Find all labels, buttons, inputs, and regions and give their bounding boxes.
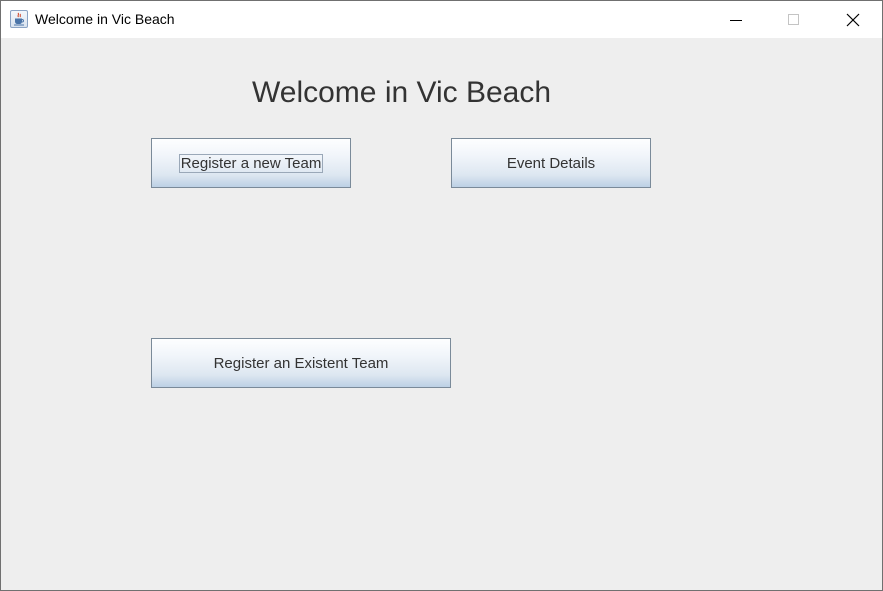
close-button[interactable] — [824, 1, 882, 38]
page-title: Welcome in Vic Beach — [252, 76, 552, 109]
content-panel: Welcome in Vic Beach Register a new Team… — [1, 38, 882, 590]
maximize-icon — [788, 13, 799, 25]
minimize-icon — [730, 19, 742, 21]
java-cup-icon[interactable] — [10, 10, 28, 28]
event-details-label: Event Details — [506, 154, 596, 172]
register-existent-team-label: Register an Existent Team — [213, 354, 389, 372]
close-icon — [846, 13, 860, 26]
minimize-button[interactable] — [707, 1, 765, 38]
app-window: Welcome in Vic Beach Welcome in Vic Beac… — [0, 0, 883, 591]
register-new-team-button[interactable]: Register a new Team — [151, 138, 351, 188]
window-title: Welcome in Vic Beach — [35, 11, 175, 27]
maximize-button[interactable] — [765, 1, 823, 38]
register-new-team-label: Register a new Team — [178, 153, 324, 173]
title-bar[interactable]: Welcome in Vic Beach — [1, 1, 882, 38]
register-existent-team-button[interactable]: Register an Existent Team — [151, 338, 451, 388]
event-details-button[interactable]: Event Details — [451, 138, 651, 188]
